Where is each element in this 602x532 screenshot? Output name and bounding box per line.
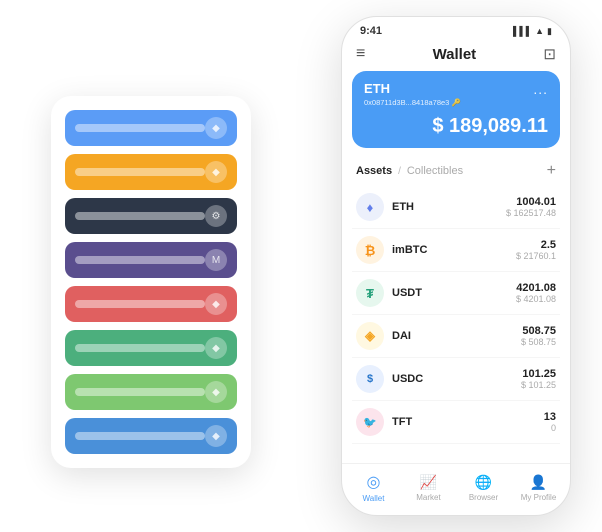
bottom-nav: ◎ Wallet 📈 Market 🌐 Browser 👤 My Profile: [342, 463, 570, 515]
list-item[interactable]: ◆: [65, 374, 237, 410]
signal-icon: ▌▌▌: [513, 26, 532, 36]
list-item[interactable]: ◆: [65, 418, 237, 454]
market-nav-label: Market: [416, 493, 440, 502]
page-title: Wallet: [433, 46, 477, 63]
card-row-icon: M: [205, 249, 227, 271]
asset-name: USDC: [392, 373, 521, 385]
back-card-widget: ◆ ◆ ⚙ M ◆ ◆ ◆ ◆: [51, 96, 251, 468]
assets-header: Assets / Collectibles +: [342, 158, 570, 186]
asset-name: imBTC: [392, 244, 516, 256]
tab-assets[interactable]: Assets: [356, 165, 392, 177]
asset-item-usdt[interactable]: ₮ USDT 4201.08 $ 4201.08: [352, 272, 560, 315]
asset-primary: 101.25: [521, 368, 556, 380]
eth-card-more-icon[interactable]: ...: [533, 81, 548, 97]
asset-amounts: 2.5 $ 21760.1: [516, 239, 556, 261]
card-row-label: [75, 256, 205, 264]
asset-secondary: $ 508.75: [521, 337, 556, 347]
card-row-icon: ◆: [205, 117, 227, 139]
asset-primary: 13: [544, 411, 556, 423]
card-row-label: [75, 212, 205, 220]
nav-item-market[interactable]: 📈 Market: [401, 474, 456, 502]
asset-secondary: $ 21760.1: [516, 251, 556, 261]
phone-frame: 9:41 ▌▌▌ ▲ ▮ ≡ Wallet ⊡ ETH 0x08711d3B..…: [341, 16, 571, 516]
usdt-icon: ₮: [356, 279, 384, 307]
card-row-label: [75, 300, 205, 308]
asset-secondary: $ 101.25: [521, 380, 556, 390]
asset-name: TFT: [392, 416, 544, 428]
list-item[interactable]: ◆: [65, 286, 237, 322]
nav-item-browser[interactable]: 🌐 Browser: [456, 474, 511, 502]
card-row-label: [75, 432, 205, 440]
usdc-icon: $: [356, 365, 384, 393]
card-row-label: [75, 124, 205, 132]
eth-icon: ♦: [356, 193, 384, 221]
asset-primary: 508.75: [521, 325, 556, 337]
asset-name: ETH: [392, 201, 506, 213]
card-row-label: [75, 388, 205, 396]
list-item[interactable]: ◆: [65, 154, 237, 190]
asset-primary: 2.5: [516, 239, 556, 251]
scan-icon[interactable]: ⊡: [543, 45, 556, 63]
dai-icon: ◈: [356, 322, 384, 350]
battery-icon: ▮: [547, 26, 552, 37]
list-item[interactable]: ◆: [65, 330, 237, 366]
asset-amounts: 101.25 $ 101.25: [521, 368, 556, 390]
asset-name: USDT: [392, 287, 516, 299]
card-row-icon: ◆: [205, 425, 227, 447]
card-row-icon: ◆: [205, 337, 227, 359]
tab-collectibles[interactable]: Collectibles: [407, 165, 463, 177]
eth-card-amount: $ 189,089.11: [364, 115, 548, 138]
asset-amounts: 13 0: [544, 411, 556, 433]
list-item[interactable]: ⚙: [65, 198, 237, 234]
asset-primary: 4201.08: [516, 282, 556, 294]
tft-icon: 🐦: [356, 408, 384, 436]
tab-separator: /: [398, 166, 401, 177]
asset-list: ♦ ETH 1004.01 $ 162517.48 ₿ imBTC 2.5 $ …: [342, 186, 570, 463]
list-item[interactable]: ◆: [65, 110, 237, 146]
status-icons: ▌▌▌ ▲ ▮: [513, 26, 552, 37]
card-row-icon: ⚙: [205, 205, 227, 227]
asset-amounts: 508.75 $ 508.75: [521, 325, 556, 347]
imbtc-icon: ₿: [356, 236, 384, 264]
asset-item-tft[interactable]: 🐦 TFT 13 0: [352, 401, 560, 444]
card-row-icon: ◆: [205, 161, 227, 183]
asset-name: DAI: [392, 330, 521, 342]
list-item[interactable]: M: [65, 242, 237, 278]
asset-item-dai[interactable]: ◈ DAI 508.75 $ 508.75: [352, 315, 560, 358]
status-time: 9:41: [360, 25, 382, 37]
asset-secondary: $ 4201.08: [516, 294, 556, 304]
asset-amounts: 4201.08 $ 4201.08: [516, 282, 556, 304]
profile-nav-icon: 👤: [530, 474, 547, 491]
card-row-label: [75, 344, 205, 352]
card-row-icon: ◆: [205, 381, 227, 403]
nav-item-profile[interactable]: 👤 My Profile: [511, 474, 566, 502]
market-nav-icon: 📈: [420, 474, 437, 491]
status-bar: 9:41 ▌▌▌ ▲ ▮: [342, 17, 570, 41]
asset-secondary: 0: [544, 423, 556, 433]
wallet-nav-icon: ◎: [367, 472, 381, 492]
browser-nav-icon: 🌐: [475, 474, 492, 491]
nav-item-wallet[interactable]: ◎ Wallet: [346, 472, 401, 503]
asset-item-eth[interactable]: ♦ ETH 1004.01 $ 162517.48: [352, 186, 560, 229]
asset-item-usdc[interactable]: $ USDC 101.25 $ 101.25: [352, 358, 560, 401]
asset-item-imbtc[interactable]: ₿ imBTC 2.5 $ 21760.1: [352, 229, 560, 272]
wifi-icon: ▲: [535, 26, 544, 36]
asset-amounts: 1004.01 $ 162517.48: [506, 196, 556, 218]
asset-primary: 1004.01: [506, 196, 556, 208]
wallet-nav-label: Wallet: [363, 494, 385, 503]
assets-tabs: Assets / Collectibles: [356, 165, 463, 177]
browser-nav-label: Browser: [469, 493, 498, 502]
menu-icon[interactable]: ≡: [356, 45, 365, 63]
asset-secondary: $ 162517.48: [506, 208, 556, 218]
eth-card[interactable]: ETH 0x08711d3B...8418a78e3 🔑 ... $ 189,0…: [352, 71, 560, 148]
profile-nav-label: My Profile: [521, 493, 557, 502]
eth-card-address: 0x08711d3B...8418a78e3 🔑: [364, 98, 548, 107]
add-asset-button[interactable]: +: [547, 162, 556, 180]
phone-header: ≡ Wallet ⊡: [342, 41, 570, 71]
card-row-label: [75, 168, 205, 176]
card-row-icon: ◆: [205, 293, 227, 315]
scene: ◆ ◆ ⚙ M ◆ ◆ ◆ ◆: [21, 16, 581, 516]
eth-card-title: ETH: [364, 81, 548, 96]
